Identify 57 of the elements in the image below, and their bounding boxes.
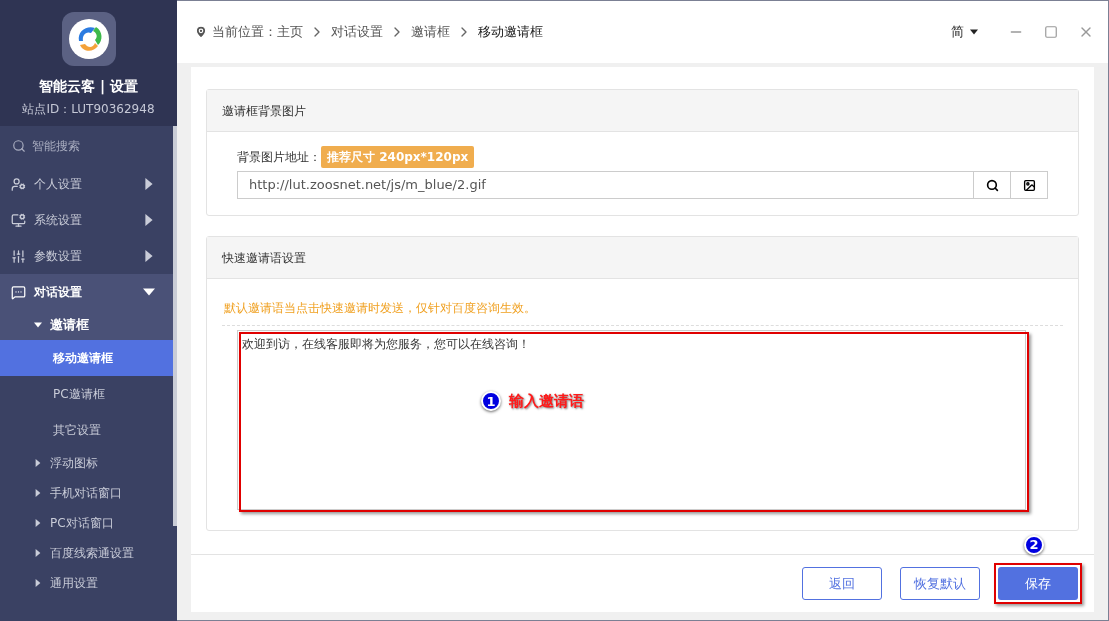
sidebar-item[interactable]: PC对话窗口 — [0, 508, 173, 538]
caret-icon — [34, 549, 42, 557]
caret-icon — [34, 519, 42, 527]
app-logo — [61, 12, 116, 66]
app-title: 智能云客 | 设置 — [39, 77, 138, 97]
maximize-icon[interactable] — [1044, 25, 1058, 39]
breadcrumb-item[interactable]: 邀请框 — [411, 22, 450, 42]
annotation-label: 输入邀请语 — [509, 391, 584, 412]
breadcrumb-item[interactable]: 对话设置 — [331, 22, 383, 42]
caret-icon — [143, 214, 155, 226]
sidebar-item[interactable]: 个人设置 — [0, 166, 173, 202]
sidebar-item[interactable]: 对话设置 — [0, 274, 173, 310]
caret-icon — [143, 178, 155, 190]
size-hint-badge: 推荐尺寸 240px*120px — [321, 146, 475, 168]
action-button[interactable]: 恢复默认 — [900, 567, 980, 600]
site-id: 站点ID：LUT90362948 — [22, 101, 155, 118]
image-url-field[interactable]: http://lut.zoosnet.net/js/m_blue/2.gif — [237, 171, 974, 199]
panel-title: 快速邀请语设置 — [207, 237, 1078, 279]
breadcrumb-item[interactable]: 当前位置：主页 — [212, 22, 303, 42]
menu-icon — [11, 176, 26, 192]
search-button[interactable] — [974, 171, 1011, 199]
language-dropdown[interactable]: 简 — [951, 22, 978, 42]
action-button[interactable]: 返回 — [802, 567, 882, 600]
search-icon — [985, 178, 999, 192]
sidebar-item[interactable]: PC邀请框 — [0, 376, 173, 412]
menu-icon — [11, 248, 26, 264]
scrollbar[interactable] — [173, 126, 177, 526]
caret-icon — [970, 28, 978, 36]
step-number-badge: 1 — [481, 391, 501, 412]
action-button[interactable]: 保存 — [998, 567, 1078, 600]
sidebar-item[interactable]: 系统设置 — [0, 202, 173, 238]
menu-icon — [11, 212, 26, 228]
caret-icon — [143, 286, 155, 298]
image-icon — [1022, 178, 1036, 192]
search-icon — [12, 139, 26, 153]
sidebar-item[interactable]: 参数设置 — [0, 238, 173, 274]
sidebar-item[interactable]: 百度线索通设置 — [0, 538, 173, 568]
caret-icon — [34, 321, 42, 329]
sidebar-item[interactable]: 邀请框 — [0, 310, 173, 340]
breadcrumb-item: 移动邀请框 — [478, 23, 543, 42]
caret-icon — [34, 579, 42, 587]
caret-icon — [143, 250, 155, 262]
caret-icon — [34, 489, 42, 497]
hint-text: 默认邀请语当点击快速邀请时发送，仅针对百度咨询生效。 — [223, 300, 537, 317]
sidebar-item[interactable]: 手机对话窗口 — [0, 478, 173, 508]
caret-icon — [34, 459, 42, 467]
field-label: 背景图片地址： — [237, 149, 321, 166]
sidebar-item[interactable]: 通用设置 — [0, 568, 173, 598]
sidebar-item[interactable]: 其它设置 — [0, 412, 173, 448]
panel-title: 邀请框背景图片 — [207, 90, 1078, 132]
location-icon — [194, 25, 208, 39]
image-button[interactable] — [1011, 171, 1048, 199]
sidebar-item[interactable]: 移动邀请框 — [0, 340, 173, 376]
step-number-badge: 2 — [1024, 535, 1044, 555]
menu-icon — [11, 284, 26, 300]
search-field[interactable]: 智能搜索 — [0, 126, 173, 166]
sidebar-item[interactable]: 浮动图标 — [0, 448, 173, 478]
